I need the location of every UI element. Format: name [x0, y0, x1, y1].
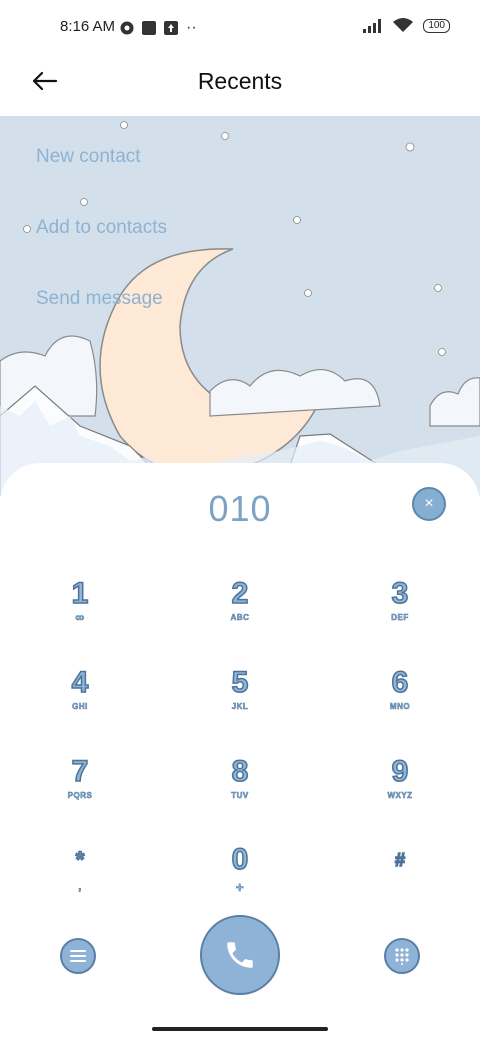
keypad-toggle-button[interactable]: [384, 938, 420, 974]
key-digit: 7: [71, 754, 89, 789]
menu-icon: [70, 950, 86, 962]
key-digit: 2: [231, 576, 249, 611]
dialed-number: 010: [208, 488, 272, 529]
key-digit: 4: [71, 665, 89, 700]
more-notifications-dots: ··: [186, 19, 197, 36]
dialer-panel: 010 × 1 ꝏ 2 ABC 3 DEF 4 GHI 5 JKL 6 MNO …: [0, 463, 480, 1040]
wifi-icon: [393, 18, 414, 32]
add-to-contacts-action[interactable]: Add to contacts: [36, 217, 167, 288]
home-indicator[interactable]: [152, 1027, 328, 1031]
key-letters: GHI: [72, 702, 88, 712]
key-7[interactable]: 7 PQRS: [20, 754, 140, 835]
page-title: Recents: [197, 68, 283, 94]
app-header: Recents: [0, 56, 480, 116]
key-digit: 8: [231, 754, 249, 789]
key-2[interactable]: 2 ABC: [180, 576, 300, 657]
key-digit: 0: [231, 842, 249, 877]
close-icon: ×: [424, 495, 434, 512]
dialpad-icon: [395, 948, 409, 965]
chrome-notification-icon: [120, 21, 134, 35]
key-1[interactable]: 1 ꝏ: [20, 576, 140, 657]
key-digit: *: [75, 846, 85, 873]
key-digit: #: [394, 849, 406, 871]
key-digit: 6: [391, 665, 409, 700]
key-8[interactable]: 8 TUV: [180, 754, 300, 835]
key-digit: 5: [231, 665, 249, 700]
key-star[interactable]: * ,: [20, 843, 140, 923]
key-letters: JKL: [231, 702, 249, 712]
key-letters: ABC: [230, 613, 250, 623]
key-5[interactable]: 5 JKL: [180, 665, 300, 746]
key-0[interactable]: 0 +: [180, 842, 300, 923]
voicemail-icon: ꝏ: [75, 613, 85, 623]
key-4[interactable]: 4 GHI: [20, 665, 140, 746]
battery-indicator: 100: [423, 18, 450, 33]
call-button[interactable]: [200, 915, 280, 995]
notification-icons: ··: [120, 19, 197, 37]
wallpaper-illustration: New contact Add to contacts Send message: [0, 116, 480, 496]
send-message-action[interactable]: Send message: [36, 288, 167, 359]
status-bar: 8:16 AM ·· 100: [0, 0, 480, 56]
key-9[interactable]: 9 WXYZ: [340, 754, 460, 835]
key-letters: WXYZ: [387, 791, 413, 801]
app-notification-icon: [142, 21, 156, 35]
upload-notification-icon: [164, 21, 178, 35]
signal-icon: [363, 18, 382, 33]
new-contact-action[interactable]: New contact: [36, 146, 167, 217]
key-3[interactable]: 3 DEF: [340, 576, 460, 657]
key-hash[interactable]: #: [340, 843, 460, 923]
key-letters: PQRS: [67, 791, 93, 801]
menu-button[interactable]: [60, 938, 96, 974]
key-letters: DEF: [391, 613, 409, 623]
key-6[interactable]: 6 MNO: [340, 665, 460, 746]
clear-button[interactable]: ×: [412, 487, 446, 521]
key-letters: ,: [78, 879, 82, 894]
key-digit: 9: [391, 754, 409, 789]
key-letters: TUV: [231, 791, 249, 801]
phone-icon: [227, 942, 253, 968]
key-digit: 1: [71, 576, 89, 611]
system-icons: 100: [363, 18, 450, 33]
key-letters: MNO: [389, 702, 411, 712]
contact-actions: New contact Add to contacts Send message: [36, 146, 167, 359]
key-digit: 3: [391, 576, 409, 611]
status-time: 8:16 AM: [60, 18, 116, 35]
key-letters: +: [235, 879, 245, 896]
